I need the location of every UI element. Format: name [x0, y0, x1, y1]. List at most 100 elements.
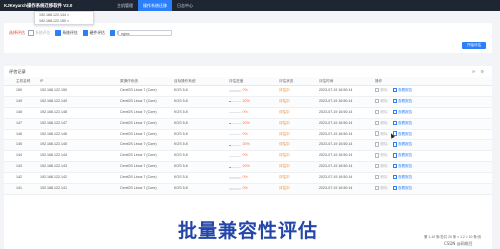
view-report-button[interactable]: 查看报告 [392, 87, 412, 93]
target-os-cell: KOS 5.8 [174, 109, 188, 114]
filter-panel: 选择评估 系统评估 系统评估 硬件评估 应用评估 [4, 23, 492, 53]
target-os-cell: KOS 5.8 [174, 153, 188, 158]
checkbox-icon[interactable] [82, 30, 89, 36]
table-row: 147 192.168.122.147 CentOS Linux 7 (Core) K… [4, 118, 492, 130]
actions-cell: 删除 查看报告 [375, 119, 492, 129]
progress-percent: 0% [242, 175, 248, 180]
delete-button[interactable]: 删除 [375, 98, 388, 104]
host-id-cell: 145 [16, 142, 22, 147]
time-cell: 2023-07-19 16:50:14 [319, 120, 353, 125]
checkbox-option[interactable]: 系统评估 [55, 30, 78, 36]
ip-cell: 192.168.122.141 [40, 186, 67, 191]
host-id-cell: 142 [16, 175, 22, 180]
progress-percent: 20% [242, 120, 250, 125]
host-id-cell: 150 [16, 88, 22, 92]
start-assessment-button[interactable]: 开始评估 [462, 42, 486, 49]
status-cell: 评估中 [279, 88, 290, 92]
delete-button[interactable]: 删除 [375, 87, 388, 93]
view-report-button[interactable]: 查看报告 [392, 185, 412, 191]
pagination[interactable]: 第 1-10 条/总共 20 条 < 1 2 > 10 条/页 [424, 234, 481, 239]
view-report-button[interactable]: 查看报告 [392, 109, 412, 115]
progress-bar [229, 133, 241, 136]
trash-icon [375, 109, 380, 115]
time-cell: 2023-07-19 16:50:14 [319, 131, 353, 136]
table-row: 146 192.168.122.146 CentOS Linux 7 (Core) K… [4, 130, 492, 141]
report-icon [392, 153, 397, 158]
target-os-cell: KOS 5.8 [174, 164, 188, 169]
table-row: 148 192.168.122.148 CentOS Linux 7 (Core) K… [4, 108, 492, 119]
status-cell: 评估中 [279, 142, 290, 147]
delete-button[interactable]: 删除 [375, 174, 388, 180]
trash-icon [375, 174, 380, 180]
app-select[interactable]: nginx [118, 30, 172, 36]
delete-button[interactable]: 删除 [375, 142, 388, 147]
host-id-cell: 141 [16, 186, 22, 191]
target-os-cell: KOS 5.8 [174, 98, 188, 103]
progress-cell: 20% [229, 140, 279, 150]
progress-bar [229, 155, 241, 157]
nav-host-management[interactable]: 主机管理 [112, 0, 138, 11]
view-report-button[interactable]: 查看报告 [392, 120, 412, 125]
delete-button[interactable]: 删除 [375, 131, 388, 136]
checkbox-icon[interactable] [109, 30, 116, 36]
watermark: CSDN @网络豆 [444, 241, 473, 246]
progress-bar [229, 166, 241, 168]
status-cell: 评估中 [279, 175, 290, 180]
status-cell: 评估中 [279, 109, 290, 114]
column-header: 操作 [375, 79, 383, 83]
host-id-cell: 143 [16, 164, 22, 169]
view-report-button[interactable]: 查看报告 [392, 142, 412, 147]
report-icon [392, 174, 397, 180]
trash-icon [375, 185, 380, 191]
table-tools-icons[interactable]: ⟳ ⚙ [472, 69, 486, 74]
progress-cell: 20% [229, 97, 279, 107]
source-os-cell: CentOS Linux 7 (Core) [120, 186, 157, 191]
actions-cell: 删除 查看报告 [375, 173, 492, 183]
time-cell: 2023-07-19 16:50:14 [319, 164, 353, 169]
host-id-cell: 147 [16, 120, 22, 125]
progress-percent: 0% [242, 88, 248, 92]
actions-cell: 删除 查看报告 [375, 140, 492, 150]
delete-button[interactable]: 删除 [375, 153, 388, 158]
actions-cell: 删除 查看报告 [375, 184, 492, 194]
view-report-button[interactable]: 查看报告 [392, 153, 412, 158]
ip-select-dropdown[interactable]: 192.168.122.144 × 192.168.122.150 × [34, 11, 94, 25]
table-body: 150 192.168.122.150 CentOS Linux 7 (Core) K… [4, 86, 492, 195]
actions-cell: 删除 查看报告 [375, 97, 492, 107]
view-report-button[interactable]: 查看报告 [392, 98, 412, 104]
source-os-cell: CentOS Linux 7 (Core) [120, 109, 157, 114]
delete-button[interactable]: 删除 [375, 185, 388, 191]
source-os-cell: CentOS Linux 7 (Core) [120, 131, 157, 136]
checkbox-option[interactable]: 硬件评估 [82, 30, 105, 36]
ip-cell: 192.168.122.148 [40, 109, 67, 114]
ip-cell: 192.168.122.143 [40, 164, 67, 169]
nav-log-center[interactable]: 日志中心 [172, 0, 198, 11]
view-report-button[interactable]: 查看报告 [392, 164, 412, 169]
records-title: 评估记录 [9, 69, 26, 74]
delete-button[interactable]: 删除 [375, 109, 388, 115]
progress-cell: 20% [229, 162, 279, 172]
checkbox-icon [28, 30, 34, 36]
time-cell: 2023-07-19 16:50:14 [319, 153, 353, 158]
checkbox-icon[interactable] [55, 30, 61, 36]
ip-cell: 192.168.122.146 [40, 131, 67, 136]
report-icon [392, 87, 397, 93]
time-cell: 2023-07-19 16:50:14 [319, 98, 353, 103]
view-report-button[interactable]: 查看报告 [392, 174, 412, 180]
actions-cell: 删除 查看报告 [375, 86, 492, 96]
ip-tag[interactable]: 192.168.122.150 × [35, 18, 93, 24]
source-os-cell: CentOS Linux 7 (Core) [120, 153, 157, 158]
progress-percent: 0% [242, 153, 248, 158]
table-header: 主机名称 IP 原操作系统 目标操作系统 评估进度 评估状态 评估时间 操作 [4, 77, 492, 86]
target-os-cell: KOS 5.8 [174, 131, 188, 136]
progress-percent: 0% [242, 186, 248, 191]
nav-os-migration[interactable]: 操作系统迁移 [138, 0, 172, 11]
ip-cell: 192.168.122.147 [40, 120, 67, 125]
view-report-button[interactable]: 查看报告 [392, 131, 412, 136]
report-icon [392, 164, 397, 169]
delete-button[interactable]: 删除 [375, 120, 388, 125]
table-row: 144 192.168.122.144 CentOS Linux 7 (Core) K… [4, 151, 492, 163]
delete-button[interactable]: 删除 [375, 164, 388, 169]
status-cell: 评估中 [279, 120, 290, 125]
records-table: 主机名称 IP 原操作系统 目标操作系统 评估进度 评估状态 评估时间 操作 1… [4, 77, 492, 195]
